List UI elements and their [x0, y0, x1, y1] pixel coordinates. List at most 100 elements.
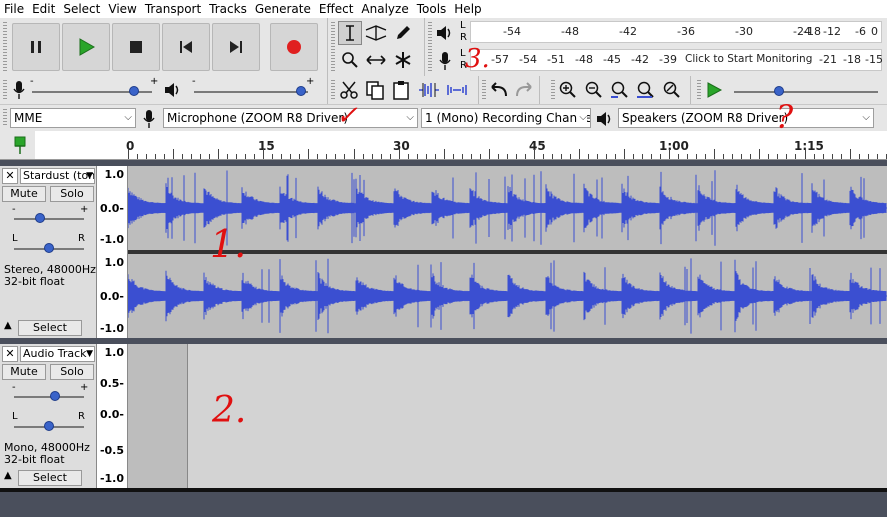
- gain-slider[interactable]: [14, 218, 84, 220]
- record-meter-button[interactable]: [433, 49, 457, 73]
- vertical-scale[interactable]: 1.0 0.0- -1.0 1.0 0.0- -1.0: [97, 166, 128, 338]
- pause-icon: [31, 41, 41, 53]
- play-at-speed-button[interactable]: [702, 78, 726, 102]
- redo-button[interactable]: [512, 78, 536, 102]
- track-name-menu[interactable]: Audio Track ▼: [20, 346, 95, 362]
- play-speed-slider[interactable]: [734, 91, 878, 93]
- close-track-button[interactable]: ✕: [2, 168, 18, 184]
- close-track-button[interactable]: ✕: [2, 346, 18, 362]
- timeline-ruler[interactable]: 0 15 30 45 1:00 1:15: [0, 131, 887, 160]
- menu-file[interactable]: File: [0, 0, 28, 18]
- toolbar-grip[interactable]: [3, 80, 7, 100]
- select-track-button[interactable]: Select: [18, 320, 82, 336]
- ruler-tick: [660, 154, 662, 159]
- menu-view[interactable]: View: [104, 0, 140, 18]
- chevron-down-icon: ⌵: [406, 112, 414, 123]
- silence-button[interactable]: [445, 78, 469, 102]
- pan-thumb[interactable]: [44, 421, 54, 431]
- mute-button[interactable]: Mute: [2, 186, 46, 202]
- play-icon: [79, 38, 95, 56]
- playback-meter-button[interactable]: [433, 21, 457, 45]
- pause-button[interactable]: [12, 23, 60, 71]
- toolbar-grip[interactable]: [331, 80, 335, 100]
- toolbar-grip[interactable]: [697, 80, 701, 100]
- play-speed-thumb[interactable]: [774, 86, 784, 96]
- menu-transport[interactable]: Transport: [141, 0, 205, 18]
- meter-tick: -21: [819, 53, 837, 66]
- cut-button[interactable]: [337, 78, 361, 102]
- toolbar-grip[interactable]: [428, 22, 432, 72]
- menu-edit[interactable]: Edit: [28, 0, 59, 18]
- playback-meter[interactable]: -54 -48 -42 -36 -30 -24 -18 -12 -6 0: [470, 21, 882, 43]
- fit-project-button[interactable]: [634, 78, 658, 102]
- menu-help[interactable]: Help: [450, 0, 485, 18]
- copy-button[interactable]: [363, 78, 387, 102]
- track-control-panel: ✕ Audio Track ▼ Mute Solo - + L R Mono, 4…: [0, 344, 97, 488]
- zoom-in-button[interactable]: [556, 78, 580, 102]
- multi-tool[interactable]: [391, 48, 415, 72]
- mute-button[interactable]: Mute: [2, 364, 46, 380]
- draw-tool[interactable]: [391, 21, 415, 45]
- skip-end-button[interactable]: [212, 23, 260, 71]
- meter-tick: -39: [659, 53, 677, 66]
- playback-volume-thumb[interactable]: [296, 86, 306, 96]
- zoom-out-button[interactable]: [582, 78, 606, 102]
- pan-thumb[interactable]: [44, 243, 54, 253]
- select-track-button[interactable]: Select: [18, 470, 82, 486]
- ruler-tick: [389, 154, 391, 159]
- toolbar-grip[interactable]: [331, 22, 335, 72]
- menu-tools[interactable]: Tools: [413, 0, 451, 18]
- paste-button[interactable]: [389, 78, 413, 102]
- trim-audio-icon: [419, 83, 439, 97]
- dropdown-icon: ▼: [86, 349, 93, 359]
- skip-start-button[interactable]: [162, 23, 210, 71]
- gain-thumb[interactable]: [50, 391, 60, 401]
- speaker-icon: [165, 83, 179, 97]
- solo-button[interactable]: Solo: [50, 186, 94, 202]
- menu-effect[interactable]: Effect: [315, 0, 358, 18]
- audio-clip[interactable]: [128, 344, 188, 488]
- pin-icon[interactable]: [12, 135, 28, 155]
- toolbar-grip[interactable]: [3, 109, 7, 127]
- track-name-menu[interactable]: Stardust (ton ▼: [20, 168, 95, 184]
- ruler-tick: [416, 154, 418, 159]
- menu-analyze[interactable]: Analyze: [357, 0, 412, 18]
- record-meter[interactable]: -57 -54 -51 -48 -45 -42 -39 Click to Sta…: [470, 49, 883, 71]
- envelope-tool[interactable]: [364, 21, 388, 45]
- undo-button[interactable]: [487, 78, 511, 102]
- timeshift-tool[interactable]: [364, 48, 388, 72]
- ruler-tick: [759, 149, 761, 159]
- menu-tracks[interactable]: Tracks: [205, 0, 251, 18]
- collapse-icon[interactable]: ▲: [4, 320, 12, 331]
- toolbar-grip[interactable]: [482, 80, 486, 100]
- playback-volume-slider[interactable]: [194, 91, 308, 93]
- vertical-scale[interactable]: 1.0 0.5- 0.0- -0.5 -1.0: [97, 344, 128, 488]
- gain-slider[interactable]: [14, 396, 84, 398]
- record-button[interactable]: [270, 23, 318, 71]
- play-button[interactable]: [62, 23, 110, 71]
- fit-selection-button[interactable]: [608, 78, 632, 102]
- gain-thumb[interactable]: [35, 213, 45, 223]
- toolbar-grip[interactable]: [3, 22, 7, 72]
- menu-generate[interactable]: Generate: [251, 0, 315, 18]
- recording-device-select[interactable]: Microphone (ZOOM R8 Driver) ⌵: [163, 108, 418, 128]
- zoom-tool[interactable]: [338, 48, 362, 72]
- recording-channels-select[interactable]: 1 (Mono) Recording Channel ⌵: [421, 108, 591, 128]
- collapse-icon[interactable]: ▲: [4, 470, 12, 481]
- toolbar-grip[interactable]: [551, 80, 555, 100]
- scale-label: 1.0: [104, 168, 125, 181]
- stop-button[interactable]: [112, 23, 160, 71]
- mixer-toolbar: - + - +: [0, 76, 328, 104]
- selection-tool[interactable]: [338, 21, 362, 45]
- menu-select[interactable]: Select: [59, 0, 104, 18]
- zoom-toggle-button[interactable]: [660, 78, 684, 102]
- solo-button[interactable]: Solo: [50, 364, 94, 380]
- playback-device-select[interactable]: Speakers (ZOOM R8 Driver) ⌵: [618, 108, 874, 128]
- recording-volume-thumb[interactable]: [129, 86, 139, 96]
- recording-device-value: Microphone (ZOOM R8 Driver): [167, 111, 349, 125]
- ruler-label: 30: [393, 139, 410, 153]
- playback-device-value: Speakers (ZOOM R8 Driver): [622, 111, 789, 125]
- audio-host-select[interactable]: MME ⌵: [10, 108, 136, 128]
- start-monitoring-text[interactable]: Click to Start Monitoring: [685, 53, 812, 65]
- trim-button[interactable]: [417, 78, 441, 102]
